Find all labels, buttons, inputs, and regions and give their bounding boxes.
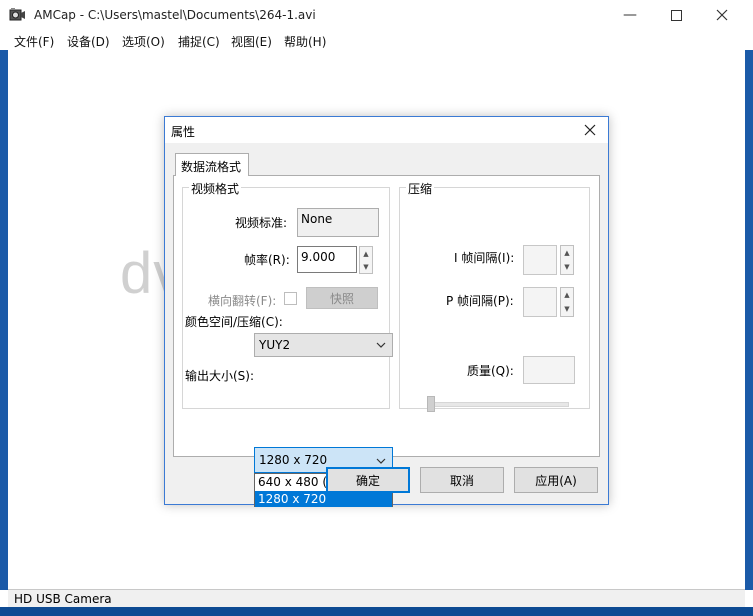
spin-down-icon[interactable]: ▼ xyxy=(561,260,573,274)
video-format-title: 视频格式 xyxy=(189,180,242,197)
pframe-interval-label: P 帧间隔(P): xyxy=(446,294,514,308)
flip-checkbox[interactable] xyxy=(284,292,297,305)
video-standard-value: None xyxy=(297,208,379,237)
menu-options[interactable]: 选项(O) xyxy=(122,33,165,50)
chevron-down-icon xyxy=(376,342,386,348)
compression-title: 压缩 xyxy=(406,180,435,197)
video-standard-text: None xyxy=(301,212,333,226)
iframe-interval-input[interactable] xyxy=(523,245,557,275)
spin-down-icon[interactable]: ▼ xyxy=(360,260,372,273)
close-icon xyxy=(716,9,728,21)
option-label: 1280 x 720 xyxy=(258,492,327,506)
spin-up-icon[interactable]: ▲ xyxy=(561,246,573,260)
maximize-icon xyxy=(670,9,682,21)
spin-up-icon[interactable]: ▲ xyxy=(360,247,372,260)
minimize-button[interactable]: — xyxy=(607,0,653,30)
flip-label: 横向翻转(F): xyxy=(208,294,277,308)
close-icon xyxy=(584,124,596,136)
camera-app-icon xyxy=(9,8,25,21)
dialog-title: 属性 xyxy=(171,125,196,139)
menu-capture[interactable]: 捕捉(C) xyxy=(178,33,220,50)
framerate-spinner[interactable]: ▲ ▼ xyxy=(359,246,373,274)
spin-up-icon[interactable]: ▲ xyxy=(561,288,573,302)
framerate-text: 9.000 xyxy=(301,250,336,264)
apply-button[interactable]: 应用(A) xyxy=(514,467,598,493)
desktop-edge-bottom xyxy=(0,607,753,616)
menu-view[interactable]: 视图(E) xyxy=(231,33,272,50)
pframe-spinner[interactable]: ▲ ▼ xyxy=(560,287,574,317)
apply-label: 应用(A) xyxy=(535,473,577,488)
tab-stream-format[interactable]: 数据流格式 xyxy=(175,153,249,176)
output-size-value: 1280 x 720 xyxy=(259,453,328,467)
status-bar: HD USB Camera xyxy=(8,589,745,608)
output-size-option-selected[interactable]: 1280 x 720 xyxy=(255,491,392,507)
tab-panel: 视频格式 视频标准: None 帧率(R): 9.000 ▲ ▼ 横向翻转(F)… xyxy=(173,175,600,507)
desktop-edge-left xyxy=(0,50,8,590)
chevron-down-icon xyxy=(376,458,386,464)
ok-label: 确定 xyxy=(355,473,380,488)
close-button[interactable] xyxy=(699,0,745,30)
pframe-interval-input[interactable] xyxy=(523,287,557,317)
tab-label: 数据流格式 xyxy=(181,160,242,174)
quality-slider-track[interactable] xyxy=(427,402,569,407)
iframe-spinner[interactable]: ▲ ▼ xyxy=(560,245,574,275)
dialog-title-bar[interactable]: 属性 xyxy=(165,117,608,143)
colorspace-select[interactable]: YUY2 xyxy=(254,333,393,357)
maximize-button[interactable] xyxy=(653,0,699,30)
iframe-interval-label: I 帧间隔(I): xyxy=(454,251,515,265)
colorspace-value: YUY2 xyxy=(259,338,291,352)
menu-help[interactable]: 帮助(H) xyxy=(284,33,326,50)
desktop-edge-right xyxy=(745,50,753,590)
dialog-close-button[interactable] xyxy=(577,119,603,141)
status-device-name: HD USB Camera xyxy=(14,592,112,606)
video-standard-label: 视频标准: xyxy=(235,216,288,230)
ok-button[interactable]: 确定 xyxy=(326,467,410,493)
spin-down-icon[interactable]: ▼ xyxy=(561,302,573,316)
snapshot-button[interactable]: 快照 xyxy=(306,287,378,309)
minimize-icon: — xyxy=(623,7,637,23)
menu-file[interactable]: 文件(F) xyxy=(14,33,54,50)
properties-dialog: 属性 数据流格式 视频格式 视频标准: None 帧率(R): 9.000 ▲ … xyxy=(164,116,609,507)
menu-device[interactable]: 设备(D) xyxy=(67,33,110,50)
quality-slider-thumb[interactable] xyxy=(427,396,435,412)
framerate-label: 帧率(R): xyxy=(244,253,290,267)
quality-input[interactable] xyxy=(523,356,575,384)
title-bar[interactable]: AMCap - C:\Users\mastel\Documents\264-1.… xyxy=(0,0,753,30)
cancel-button[interactable]: 取消 xyxy=(420,467,504,493)
output-size-label: 输出大小(S): xyxy=(185,369,255,383)
framerate-input[interactable]: 9.000 xyxy=(297,246,357,273)
cancel-label: 取消 xyxy=(449,473,474,488)
colorspace-label: 颜色空间/压缩(C): xyxy=(185,315,283,329)
window-title: AMCap - C:\Users\mastel\Documents\264-1.… xyxy=(34,8,316,22)
menu-bar: 文件(F) 设备(D) 选项(O) 捕捉(C) 视图(E) 帮助(H) xyxy=(0,30,753,50)
quality-label: 质量(Q): xyxy=(467,364,514,378)
snapshot-label: 快照 xyxy=(329,291,354,306)
